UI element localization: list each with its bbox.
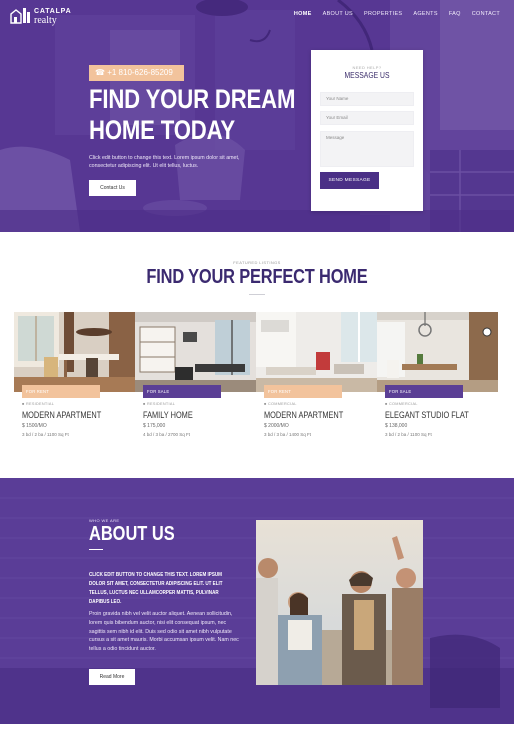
listing-card[interactable]: FOR SALE ■ COMMERCIAL ELEGANT STUDIO FLA…	[377, 312, 498, 442]
nav-faq[interactable]: FAQ	[449, 11, 461, 17]
about-title-divider	[89, 549, 103, 550]
nav-properties[interactable]: PROPERTIES	[364, 11, 402, 17]
nav-agents[interactable]: AGENTS	[413, 11, 437, 17]
listing-card[interactable]: FOR SALE ■ RESIDENTIAL FAMILY HOME $ 175…	[135, 312, 256, 442]
top-navigation: CATALPA realty HOME ABOUT US PROPERTIES …	[0, 0, 514, 30]
about-title: ABOUT US	[89, 523, 175, 545]
read-more-button[interactable]: Read More	[89, 669, 135, 685]
main-menu: HOME ABOUT US PROPERTIES AGENTS FAQ CONT…	[294, 11, 500, 17]
send-message-button[interactable]: SEND MESSAGE	[320, 172, 379, 189]
about-lead: CLICK EDIT BUTTON TO CHANGE THIS TEXT. L…	[89, 572, 223, 605]
listing-type: ■ COMMERCIAL	[385, 402, 418, 406]
nav-home[interactable]: HOME	[294, 11, 312, 17]
listing-specs: 3 bd / 2 ba / 1100 Sq Ft	[385, 432, 432, 437]
listing-cards: FOR RENT ■ RESIDENTIAL MODERN APARTMENT …	[14, 312, 498, 442]
listing-photo	[14, 312, 135, 392]
listing-type-label: COMMERCIAL	[267, 402, 297, 406]
email-field[interactable]: Your Email	[320, 111, 414, 125]
listings-title: FIND YOUR PERFECT HOME	[146, 266, 368, 288]
listing-photo	[135, 312, 256, 392]
listing-type-label: COMMERCIAL	[388, 402, 418, 406]
listing-name[interactable]: MODERN APARTMENT	[22, 410, 101, 420]
title-divider	[249, 294, 265, 295]
listings-kicker: FEATURED LISTINGS	[233, 260, 281, 265]
listings-section: FEATURED LISTINGS FIND YOUR PERFECT HOME…	[0, 232, 514, 478]
listing-tag: FOR RENT	[264, 385, 342, 398]
listing-type-label: RESIDENTIAL	[146, 402, 176, 406]
nav-about-us[interactable]: ABOUT US	[323, 11, 353, 17]
listing-type: ■ RESIDENTIAL	[22, 402, 54, 406]
name-field[interactable]: Your Name	[320, 92, 414, 106]
house-skyline-icon	[10, 8, 30, 24]
about-body: Proin gravida nibh vel velit auctor aliq…	[89, 611, 239, 653]
listing-name[interactable]: FAMILY HOME	[143, 410, 193, 420]
building-icon: ■	[264, 402, 267, 406]
listing-specs: 3 bd / 2 ba / 1100 Sq Ft	[22, 432, 69, 437]
listing-price: $ 175,000	[143, 423, 166, 429]
building-icon: ■	[143, 402, 146, 406]
listing-tag: FOR SALE	[385, 385, 463, 398]
hero-title-line-2: HOME TODAY	[89, 115, 235, 145]
team-photo	[256, 520, 423, 685]
listing-price: $ 1500/MO	[22, 423, 47, 429]
listing-name[interactable]: ELEGANT STUDIO FLAT	[385, 410, 469, 420]
listing-type-label: RESIDENTIAL	[25, 402, 55, 406]
form-title: MESSAGE US	[344, 71, 390, 80]
building-icon: ■	[385, 402, 388, 406]
hero-title: FIND YOUR DREAM HOME TODAY	[89, 84, 295, 146]
message-form: NEED HELP? MESSAGE US Your Name Your Ema…	[311, 50, 423, 211]
listing-tag: FOR RENT	[22, 385, 100, 398]
phone-number: +1 810-626-85209	[107, 68, 173, 77]
listing-price: $ 2000/MO	[264, 423, 289, 429]
contact-us-button[interactable]: Contact Us	[89, 180, 136, 196]
nav-contact[interactable]: CONTACT	[472, 11, 500, 17]
listing-card[interactable]: FOR RENT ■ COMMERCIAL MODERN APARTMENT $…	[256, 312, 377, 442]
listing-card[interactable]: FOR RENT ■ RESIDENTIAL MODERN APARTMENT …	[14, 312, 135, 442]
phone-icon: ☎	[95, 68, 105, 77]
listing-specs: 4 bd / 3 ba / 2700 Sq Ft	[143, 432, 191, 437]
hero-title-line-1: FIND YOUR DREAM	[89, 84, 296, 114]
listing-specs: 3 bd / 3 ba / 1400 Sq Ft	[264, 432, 312, 437]
hero-section: CATALPA realty HOME ABOUT US PROPERTIES …	[0, 0, 514, 232]
listing-type: ■ COMMERCIAL	[264, 402, 297, 406]
building-icon: ■	[22, 402, 25, 406]
listing-tag: FOR SALE	[143, 385, 221, 398]
logo[interactable]: CATALPA realty	[10, 6, 71, 26]
form-kicker: NEED HELP?	[352, 65, 382, 70]
listing-price: $ 138,000	[385, 423, 408, 429]
message-field[interactable]: Message	[320, 131, 414, 167]
logo-wordmark-bottom: realty	[34, 15, 57, 26]
listing-name[interactable]: MODERN APARTMENT	[264, 410, 343, 420]
listing-photo	[377, 312, 498, 392]
phone-badge[interactable]: ☎ +1 810-626-85209	[89, 65, 184, 81]
about-section: WHO WE ARE ABOUT US CLICK EDIT BUTTON TO…	[0, 478, 514, 724]
listing-type: ■ RESIDENTIAL	[143, 402, 175, 406]
hero-description: Click edit button to change this text. L…	[89, 155, 240, 169]
listing-photo	[256, 312, 377, 392]
